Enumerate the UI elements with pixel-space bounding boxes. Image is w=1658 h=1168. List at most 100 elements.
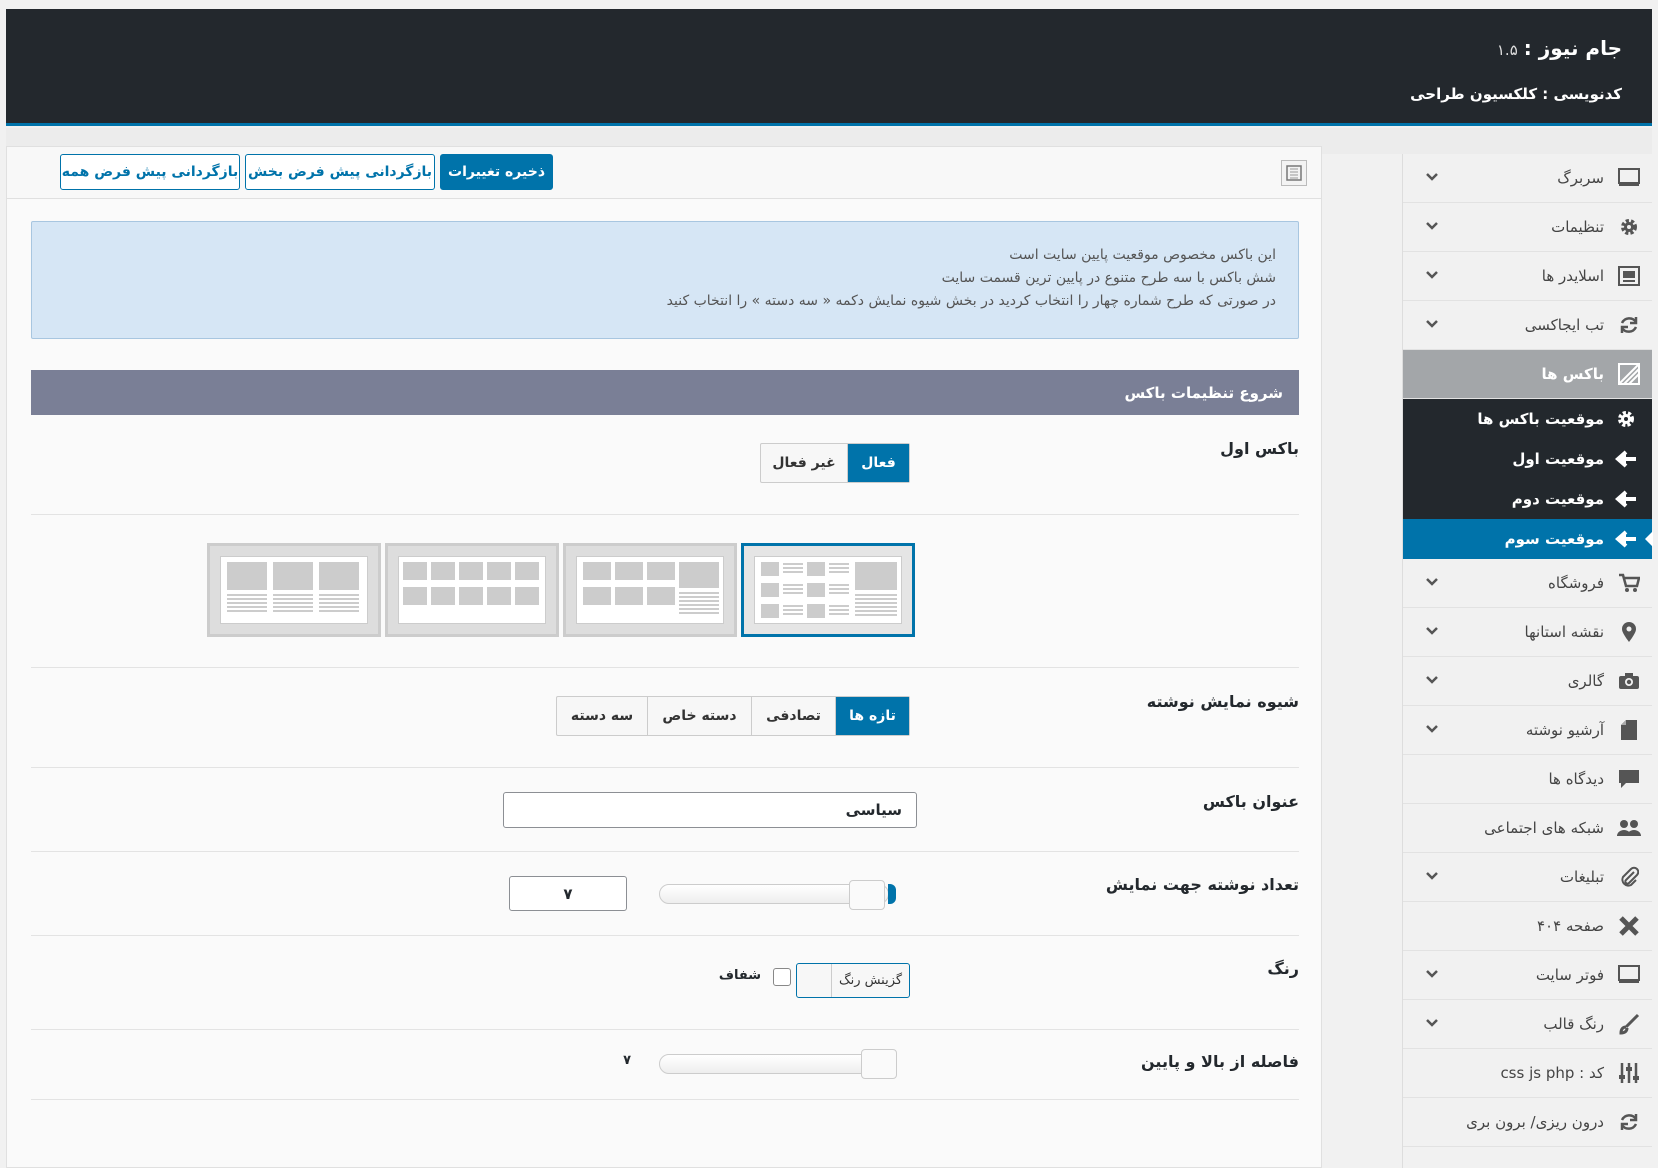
box-title-input[interactable]: سیاسی bbox=[503, 792, 917, 828]
post-count-slider-handle[interactable] bbox=[849, 880, 885, 910]
version-label: ۱.۵ bbox=[1496, 41, 1518, 59]
save-button[interactable]: ذخیره تغییرات bbox=[440, 154, 553, 190]
brush-icon bbox=[1616, 1011, 1642, 1037]
display-option-latest[interactable]: تازه ها bbox=[835, 697, 909, 735]
chevron-down-icon[interactable] bbox=[1425, 720, 1439, 738]
sidebar-items-bottom-10[interactable]: کد : css js php bbox=[1403, 1049, 1652, 1098]
sidebar-item-label: سربرگ bbox=[1557, 169, 1604, 187]
sidebar-items-top-2[interactable]: اسلایدر ها bbox=[1403, 252, 1652, 301]
sidebar-item-label: رنگ قالب bbox=[1543, 1015, 1604, 1033]
divider bbox=[31, 935, 1299, 936]
divider bbox=[31, 514, 1299, 515]
slider-icon bbox=[1616, 263, 1642, 289]
layout-option-2[interactable] bbox=[563, 543, 737, 637]
chevron-down-icon[interactable] bbox=[1425, 867, 1439, 885]
reset-all-button[interactable]: بازگردانی پیش فرض همه bbox=[60, 154, 240, 190]
sidebar-items-bottom-4[interactable]: دیدگاه ها bbox=[1403, 755, 1652, 804]
chevron-down-icon bbox=[1426, 578, 1438, 586]
chevron-down-icon bbox=[1426, 320, 1438, 328]
sidebar-item-label: کد : css js php bbox=[1500, 1064, 1604, 1082]
submenu-item-1[interactable]: موقعیت اول bbox=[1403, 439, 1652, 479]
chevron-down-icon bbox=[1426, 627, 1438, 635]
layout-option-3[interactable] bbox=[385, 543, 559, 637]
sidebar-item-boxes[interactable]: باکس ها bbox=[1403, 350, 1652, 399]
chevron-down-icon bbox=[1426, 970, 1438, 978]
display-option-category[interactable]: دسته خاص bbox=[647, 697, 751, 735]
sidebar-items-bottom-1[interactable]: نقشه استانها bbox=[1403, 608, 1652, 657]
display-option-three-categories[interactable]: سه دسته bbox=[557, 697, 647, 735]
sidebar-items-bottom-6[interactable]: تبلیغات bbox=[1403, 853, 1652, 902]
display-option-random[interactable]: تصادفی bbox=[751, 697, 835, 735]
arrow-left-icon bbox=[1614, 447, 1638, 471]
section-header: شروع تنظیمات باکس bbox=[31, 370, 1299, 415]
archive-icon bbox=[1616, 717, 1642, 743]
chevron-down-icon[interactable] bbox=[1425, 1014, 1439, 1032]
sidebar-items-bottom-0[interactable]: فروشگاه bbox=[1403, 559, 1652, 608]
chevron-down-icon[interactable] bbox=[1425, 573, 1439, 591]
submenu-item-label: موقعیت باکس ها bbox=[1477, 410, 1604, 428]
toolbar: ذخیره تغییرات بازگردانی پیش فرض بخش بازگ… bbox=[7, 147, 1321, 199]
sliders-icon bbox=[1616, 1060, 1642, 1086]
chevron-down-icon[interactable] bbox=[1425, 965, 1439, 983]
sidebar: سربرگ تنظیمات اسلایدر ها تب ایجاکسی باکس ها… bbox=[1402, 154, 1653, 1168]
chevron-down-icon bbox=[1426, 725, 1438, 733]
sidebar-item-label: تنظیمات bbox=[1551, 218, 1604, 236]
chevron-down-icon bbox=[1426, 676, 1438, 684]
expand-toggle-icon[interactable] bbox=[1281, 160, 1307, 186]
layout-option-4[interactable] bbox=[207, 543, 381, 637]
sidebar-items-bottom-7[interactable]: صفحه ۴۰۴ bbox=[1403, 902, 1652, 951]
color-picker-label: گزینش رنگ bbox=[831, 964, 909, 997]
chevron-down-icon[interactable] bbox=[1425, 266, 1439, 284]
post-count-label: تعداد نوشته جهت نمایش bbox=[1105, 875, 1299, 894]
spacing-slider[interactable] bbox=[659, 1054, 889, 1074]
chevron-down-icon bbox=[1426, 173, 1438, 181]
sidebar-items-bottom-3[interactable]: آرشیو نوشته bbox=[1403, 706, 1652, 755]
chevron-down-icon[interactable] bbox=[1425, 168, 1439, 186]
arrow-left-icon bbox=[1614, 527, 1638, 551]
spacing-label: فاصله از بالا و پایین bbox=[1141, 1052, 1299, 1071]
layout-option-1[interactable] bbox=[741, 543, 915, 637]
spacing-slider-handle[interactable] bbox=[861, 1049, 897, 1079]
app-header: جام نیوز :۱.۵ کدنویسی : کلکسیون طراحی bbox=[6, 9, 1652, 126]
sidebar-items-bottom-2[interactable]: گالری bbox=[1403, 657, 1652, 706]
gear-icon bbox=[1616, 214, 1642, 240]
toggle-on-button[interactable]: فعال bbox=[847, 444, 909, 482]
refresh-icon bbox=[1616, 312, 1642, 338]
chevron-down-icon[interactable] bbox=[1425, 622, 1439, 640]
chevron-down-icon[interactable] bbox=[1425, 315, 1439, 333]
submenu-item-0[interactable]: موقعیت باکس ها bbox=[1403, 399, 1652, 439]
color-picker-button[interactable]: گزینش رنگ bbox=[796, 963, 910, 998]
chevron-down-icon bbox=[1426, 271, 1438, 279]
sidebar-item-label: نقشه استانها bbox=[1524, 623, 1604, 641]
sidebar-items-top-1[interactable]: تنظیمات bbox=[1403, 203, 1652, 252]
display-mode-selector: تازه ها تصادفی دسته خاص سه دسته bbox=[556, 696, 910, 736]
transparent-checkbox[interactable] bbox=[773, 968, 791, 986]
chevron-down-icon bbox=[1426, 1019, 1438, 1027]
sidebar-items-top-3[interactable]: تب ایجاکسی bbox=[1403, 301, 1652, 350]
sidebar-items-bottom-8[interactable]: فوتر سایت bbox=[1403, 951, 1652, 1000]
close-icon bbox=[1616, 913, 1642, 939]
sidebar-item-label: اسلایدر ها bbox=[1541, 267, 1604, 285]
sidebar-items-bottom-11[interactable]: درون ریزی/ برون بری bbox=[1403, 1098, 1652, 1147]
submenu-item-2[interactable]: موقعیت دوم bbox=[1403, 479, 1652, 519]
notice-line: در صورتی که طرح شماره چهار را انتخاب کرد… bbox=[666, 293, 1276, 309]
sidebar-items-bottom-5[interactable]: شبکه های اجتماعی bbox=[1403, 804, 1652, 853]
chevron-down-icon[interactable] bbox=[1425, 671, 1439, 689]
display-mode-label: شیوه نمایش نوشته bbox=[1146, 692, 1299, 711]
box-title-label: عنوان باکس bbox=[1202, 792, 1299, 811]
divider bbox=[31, 1099, 1299, 1100]
divider bbox=[31, 667, 1299, 668]
sidebar-items-top-0[interactable]: سربرگ bbox=[1403, 154, 1652, 203]
toggle-off-button[interactable]: غیر فعال bbox=[761, 444, 847, 482]
sidebar-items-bottom-9[interactable]: رنگ قالب bbox=[1403, 1000, 1652, 1049]
layout-preview-icon bbox=[583, 562, 719, 614]
sidebar-item-label: صفحه ۴۰۴ bbox=[1537, 917, 1604, 935]
post-count-input[interactable]: ۷ bbox=[509, 876, 627, 911]
reset-section-button[interactable]: بازگردانی پیش فرض بخش bbox=[245, 154, 435, 190]
transparent-label: شفاف bbox=[718, 968, 761, 983]
app-subtitle: کدنویسی : کلکسیون طراحی bbox=[1410, 85, 1622, 103]
gear-icon bbox=[1614, 407, 1638, 431]
chevron-down-icon[interactable] bbox=[1425, 217, 1439, 235]
submenu-item-3[interactable]: موقعیت سوم bbox=[1403, 519, 1653, 559]
sidebar-item-label: فوتر سایت bbox=[1535, 966, 1604, 984]
